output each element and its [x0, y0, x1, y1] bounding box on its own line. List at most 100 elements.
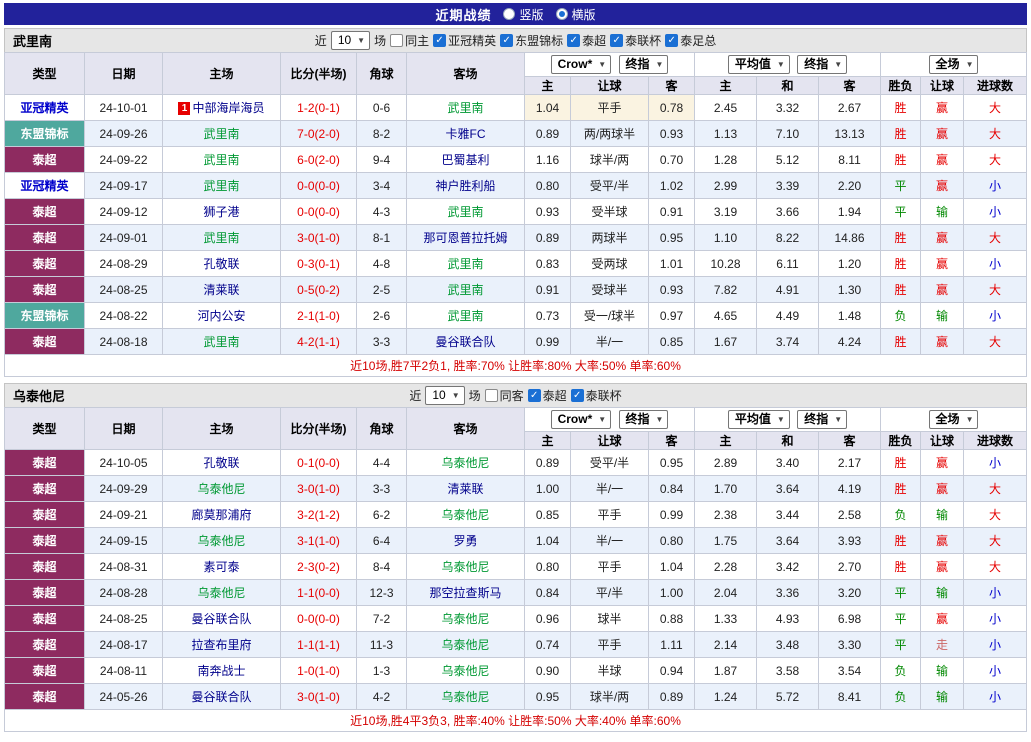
- team-link[interactable]: 乌泰他尼: [197, 482, 245, 496]
- team-link[interactable]: 狮子港: [203, 205, 239, 219]
- league-checkbox[interactable]: ✓ 亚冠精英: [433, 32, 496, 49]
- league-type-cell[interactable]: 东盟锦标: [4, 120, 85, 147]
- team-link[interactable]: 卡雅FC: [446, 127, 486, 141]
- league-checkbox[interactable]: ✓ 泰联杯: [570, 387, 622, 404]
- away-team-cell: 曼谷联合队: [406, 328, 525, 355]
- team-link[interactable]: 神户胜利船: [435, 179, 495, 193]
- team-link[interactable]: 武里南: [447, 257, 483, 271]
- team-link[interactable]: 乌泰他尼: [441, 612, 489, 626]
- match-date-cell: 24-08-22: [84, 302, 163, 329]
- team-link[interactable]: 罗勇: [453, 534, 477, 548]
- match-count-select[interactable]: 10 ▼: [330, 31, 371, 50]
- team-section-uthaithani: 乌泰他尼 近 10 ▼ 场 同客 ✓ 泰超 ✓ 泰联杯 类型 日期 主场 比分(…: [4, 383, 1027, 732]
- team-link[interactable]: 中部海岸海员: [192, 101, 264, 115]
- league-checkbox[interactable]: ✓ 泰足总: [665, 32, 716, 49]
- same-home-checkbox[interactable]: 同主: [390, 32, 429, 49]
- team-link[interactable]: 乌泰他尼: [441, 560, 489, 574]
- away-team-cell: 乌泰他尼: [406, 449, 525, 476]
- league-checkbox[interactable]: ✓ 东盟锦标: [500, 32, 563, 49]
- avg-draw-odds-cell: 3.74: [756, 328, 819, 355]
- league-type-cell[interactable]: 泰超: [4, 501, 85, 528]
- odds-source-select[interactable]: Crow* ▼: [550, 410, 612, 429]
- league-type-cell[interactable]: 泰超: [4, 631, 85, 658]
- team-link[interactable]: 巴蜀基利: [441, 153, 489, 167]
- checkbox-checked-icon: ✓: [570, 389, 584, 402]
- league-type-cell[interactable]: 泰超: [4, 276, 85, 303]
- team-link[interactable]: 廊莫那浦府: [191, 508, 251, 522]
- match-count-select[interactable]: 10 ▼: [425, 386, 465, 405]
- team-link[interactable]: 孔敬联: [203, 456, 239, 470]
- team-link[interactable]: 河内公安: [197, 309, 245, 323]
- avg-select[interactable]: 平均值 ▼: [727, 55, 790, 74]
- home-team-cell: 乌泰他尼: [162, 475, 281, 502]
- league-type-cell[interactable]: 泰超: [4, 475, 85, 502]
- team-link[interactable]: 武里南: [447, 283, 483, 297]
- team-link[interactable]: 曼谷联合队: [435, 335, 495, 349]
- home-team-cell: 孔敬联: [162, 250, 281, 277]
- league-type-cell[interactable]: 泰超: [4, 605, 85, 632]
- odds-source-select[interactable]: Crow* ▼: [550, 55, 612, 74]
- team-link[interactable]: 曼谷联合队: [191, 612, 251, 626]
- score-cell: 1-2(0-1): [280, 94, 357, 121]
- team-link[interactable]: 武里南: [203, 231, 239, 245]
- league-type-cell[interactable]: 泰超: [4, 449, 85, 476]
- team-link[interactable]: 曼谷联合队: [191, 690, 251, 704]
- league-type-cell[interactable]: 泰超: [4, 198, 85, 225]
- team-link[interactable]: 武里南: [203, 335, 239, 349]
- avg-select[interactable]: 平均值 ▼: [727, 410, 790, 429]
- radio-horizontal-label: 横版: [571, 7, 596, 22]
- league-checkbox[interactable]: ✓ 泰超: [567, 32, 606, 49]
- team-link[interactable]: 武里南: [203, 127, 239, 141]
- corner-cell: 4-8: [356, 250, 407, 277]
- odds-time-select[interactable]: 终指 ▼: [618, 55, 669, 74]
- league-type-cell[interactable]: 东盟锦标: [4, 302, 85, 329]
- team-link[interactable]: 拉查布里府: [191, 638, 251, 652]
- team-link[interactable]: 那可恩普拉托姆: [423, 231, 507, 245]
- team-link[interactable]: 武里南: [203, 179, 239, 193]
- avg-time-select[interactable]: 终指 ▼: [797, 55, 848, 74]
- team-link[interactable]: 乌泰他尼: [441, 690, 489, 704]
- odds-time-select[interactable]: 终指 ▼: [618, 410, 669, 429]
- team-link[interactable]: 武里南: [447, 101, 483, 115]
- team-link[interactable]: 南奔战士: [197, 664, 245, 678]
- radio-vertical-layout[interactable]: 竖版: [503, 6, 544, 23]
- radio-horizontal-layout[interactable]: 横版: [555, 6, 596, 23]
- handicap-cell: 平手: [570, 553, 649, 580]
- team-link[interactable]: 武里南: [203, 153, 239, 167]
- league-checkbox[interactable]: ✓ 泰联杯: [610, 32, 661, 49]
- team-link[interactable]: 那空拉查斯马: [429, 586, 501, 600]
- league-type-cell[interactable]: 泰超: [4, 250, 85, 277]
- team-link[interactable]: 孔敬联: [203, 257, 239, 271]
- team-link[interactable]: 乌泰他尼: [441, 508, 489, 522]
- league-type-cell[interactable]: 泰超: [4, 579, 85, 606]
- league-type-cell[interactable]: 亚冠精英: [4, 172, 85, 199]
- team-link[interactable]: 清莱联: [447, 482, 483, 496]
- team-link[interactable]: 清莱联: [203, 283, 239, 297]
- result-cell: 平: [880, 198, 922, 225]
- team-link[interactable]: 武里南: [447, 309, 483, 323]
- team-link[interactable]: 乌泰他尼: [441, 456, 489, 470]
- league-type-cell[interactable]: 泰超: [4, 657, 85, 684]
- team-link[interactable]: 乌泰他尼: [441, 664, 489, 678]
- league-checkbox[interactable]: ✓ 泰超: [527, 387, 567, 404]
- league-type-cell[interactable]: 泰超: [4, 527, 85, 554]
- same-away-checkbox[interactable]: 同客: [484, 387, 524, 404]
- corner-cell: 11-3: [356, 631, 407, 658]
- team-link[interactable]: 乌泰他尼: [197, 586, 245, 600]
- league-type-cell[interactable]: 泰超: [4, 553, 85, 580]
- league-type-cell[interactable]: 泰超: [4, 146, 85, 173]
- avg-away-odds-cell: 2.67: [817, 94, 882, 121]
- league-type-cell[interactable]: 泰超: [4, 328, 85, 355]
- red-card-badge: 1: [178, 102, 191, 115]
- league-type-cell[interactable]: 泰超: [4, 224, 85, 251]
- scope-select[interactable]: 全场 ▼: [928, 55, 979, 74]
- team-link[interactable]: 乌泰他尼: [197, 534, 245, 548]
- league-type-cell[interactable]: 泰超: [4, 683, 85, 710]
- goals-result-cell: 小: [963, 683, 1027, 710]
- team-link[interactable]: 武里南: [447, 205, 483, 219]
- scope-select[interactable]: 全场 ▼: [928, 410, 979, 429]
- team-link[interactable]: 素可泰: [203, 560, 239, 574]
- avg-time-select[interactable]: 终指 ▼: [797, 410, 848, 429]
- league-type-cell[interactable]: 亚冠精英: [4, 94, 85, 121]
- team-link[interactable]: 乌泰他尼: [441, 638, 489, 652]
